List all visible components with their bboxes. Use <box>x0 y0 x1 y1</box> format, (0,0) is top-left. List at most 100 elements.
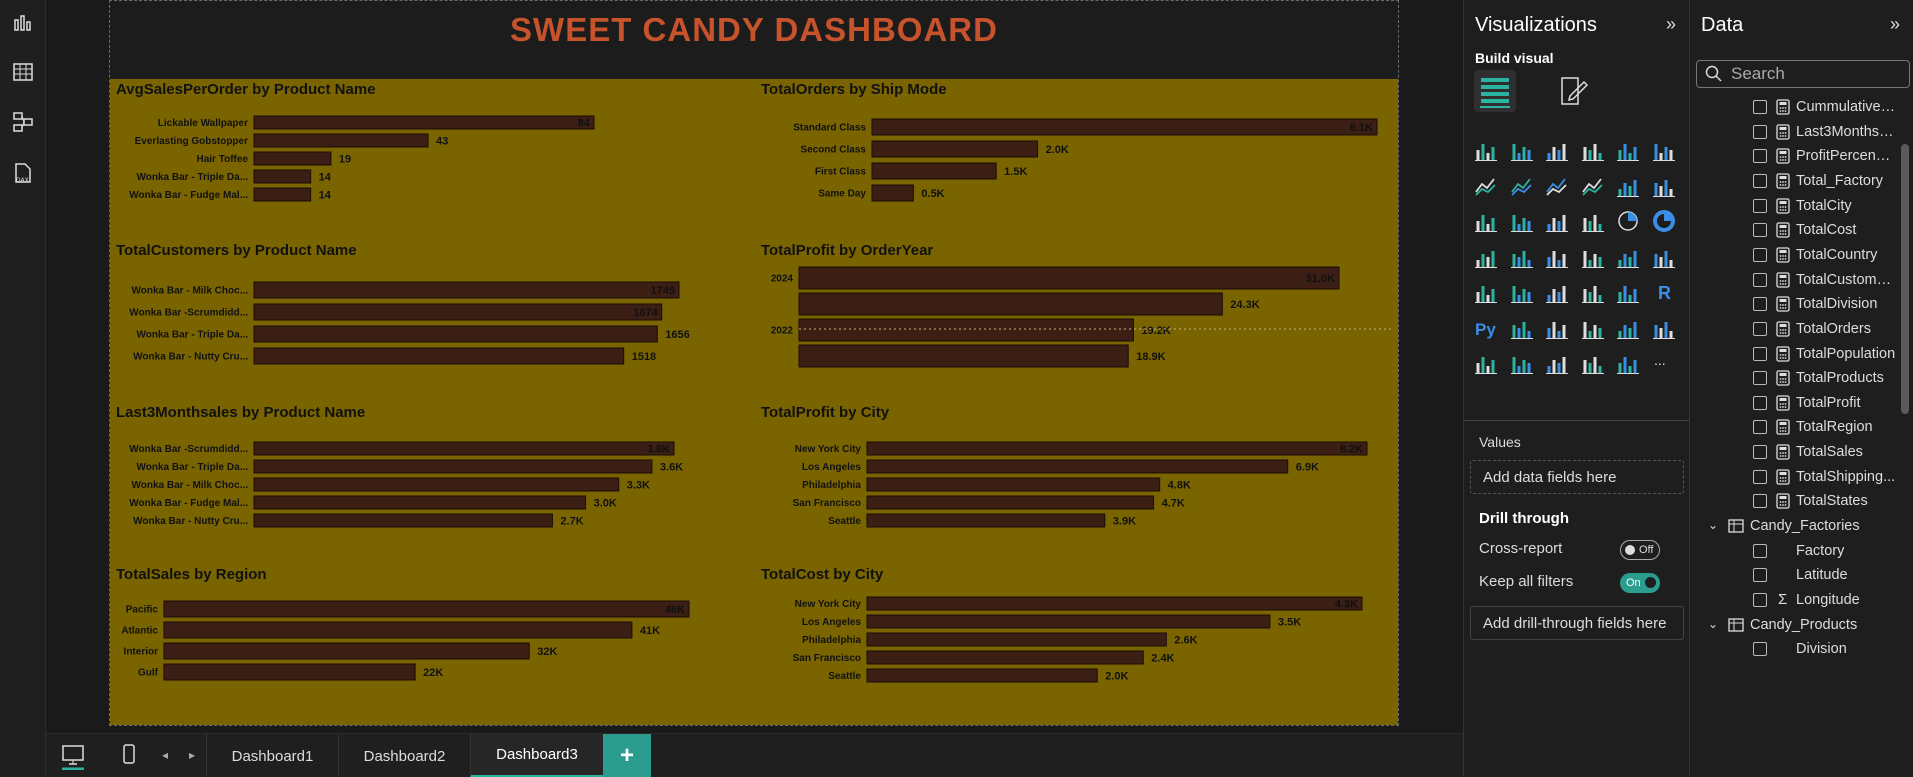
power-automate-visual-icon[interactable] <box>1545 351 1573 379</box>
field-item[interactable]: CummulativeY... <box>1690 96 1900 120</box>
chart-total-sales-by-region[interactable]: TotalSales by Region Pacific 46K Atlantic 4… <box>116 566 750 721</box>
field-checkbox[interactable] <box>1753 100 1767 114</box>
prev-page-icon[interactable]: ◂ <box>162 748 168 762</box>
treemap-visual-icon[interactable] <box>1474 245 1502 273</box>
goals-visual-icon[interactable] <box>1652 316 1680 344</box>
data-search-box[interactable] <box>1696 60 1910 88</box>
field-checkbox[interactable] <box>1753 297 1767 312</box>
chart-avg-sales-per-order[interactable]: AvgSalesPerOrder by Product Name Lickabl… <box>116 81 750 241</box>
field-checkbox[interactable] <box>1753 149 1767 164</box>
field-item[interactable]: Last3Monthsal... <box>1690 121 1900 145</box>
add-page-button[interactable]: + <box>603 734 651 777</box>
field-item[interactable]: TotalCustomers <box>1690 269 1900 293</box>
scatter-visual-icon[interactable] <box>1581 209 1609 237</box>
field-checkbox[interactable] <box>1753 494 1767 509</box>
field-item[interactable]: TotalProducts <box>1690 367 1900 391</box>
ribbon-visual-icon[interactable] <box>1474 209 1502 237</box>
chevron-down-icon[interactable]: ⌄ <box>1708 617 1718 631</box>
field-checkbox[interactable] <box>1753 395 1767 410</box>
field-item[interactable]: TotalSales <box>1690 441 1900 465</box>
key-influencers-visual-icon[interactable] <box>1510 316 1538 344</box>
line-visual-icon[interactable] <box>1474 174 1502 202</box>
data-scrollbar[interactable] <box>1901 144 1909 414</box>
line-clustered-column-visual-icon[interactable] <box>1652 174 1680 202</box>
field-checkbox[interactable] <box>1753 198 1767 213</box>
kpi-visual-icon[interactable] <box>1510 280 1538 308</box>
field-checkbox[interactable] <box>1753 223 1767 238</box>
tab-dashboard2[interactable]: Dashboard2 <box>338 734 470 777</box>
chart-total-customers-by-product[interactable]: TotalCustomers by Product Name Wonka Bar… <box>116 242 750 402</box>
qna-visual-icon[interactable] <box>1581 316 1609 344</box>
field-item[interactable]: Latitude <box>1690 564 1900 588</box>
field-checkbox[interactable] <box>1753 272 1767 287</box>
chart-total-profit-by-city[interactable]: TotalProfit by City New York City 8.2K Los… <box>761 404 1395 564</box>
field-checkbox[interactable] <box>1753 173 1767 188</box>
stacked-column-visual-icon[interactable] <box>1510 138 1538 166</box>
gauge-visual-icon[interactable] <box>1616 245 1644 273</box>
chart-total-orders-by-ship-mode[interactable]: TotalOrders by Ship Mode Standard Class 6… <box>761 81 1395 241</box>
field-checkbox[interactable] <box>1753 445 1767 460</box>
field-checkbox[interactable] <box>1753 593 1767 607</box>
100pct-bar-visual-icon[interactable] <box>1616 138 1644 166</box>
field-item[interactable]: TotalOrders <box>1690 318 1900 342</box>
chart-last-3-month-sales[interactable]: Last3Monthsales by Product Name Wonka Ba… <box>116 404 750 564</box>
field-item[interactable]: Σ Longitude <box>1690 589 1900 613</box>
field-item[interactable]: TotalProfit <box>1690 392 1900 416</box>
field-checkbox[interactable] <box>1753 642 1767 657</box>
table-node[interactable]: ⌄ Candy_Factories <box>1690 515 1900 539</box>
values-drop-zone[interactable]: Add data fields here <box>1470 460 1684 494</box>
clustered-bar-visual-icon[interactable] <box>1545 138 1573 166</box>
clustered-column-visual-icon[interactable] <box>1581 138 1609 166</box>
field-checkbox[interactable] <box>1753 469 1767 484</box>
drill-through-drop-zone[interactable]: Add drill-through fields here <box>1470 606 1684 640</box>
field-item[interactable]: Factory <box>1690 540 1900 564</box>
field-item[interactable]: TotalDivision <box>1690 293 1900 317</box>
field-checkbox[interactable] <box>1753 346 1767 361</box>
field-item[interactable]: Total_Factory <box>1690 170 1900 194</box>
desktop-layout-icon[interactable] <box>60 742 88 771</box>
field-checkbox[interactable] <box>1753 543 1767 558</box>
stacked-area-visual-icon[interactable] <box>1545 174 1573 202</box>
mobile-layout-icon[interactable] <box>118 742 140 770</box>
get-more-visual-icon[interactable] <box>1581 351 1609 379</box>
field-checkbox[interactable] <box>1753 247 1767 262</box>
field-checkbox[interactable] <box>1753 420 1767 435</box>
tab-dashboard1[interactable]: Dashboard1 <box>206 734 338 777</box>
model-view-icon[interactable] <box>9 108 37 136</box>
paginated-visual-icon[interactable] <box>1474 351 1502 379</box>
field-item[interactable]: TotalShipping... <box>1690 466 1900 490</box>
azure-map-visual-icon[interactable] <box>1581 245 1609 273</box>
field-item[interactable]: ProfitPercenat... <box>1690 145 1900 169</box>
card-visual-icon[interactable] <box>1652 245 1680 273</box>
multirow-card-visual-icon[interactable] <box>1474 280 1502 308</box>
field-checkbox[interactable] <box>1753 568 1767 583</box>
cross-report-toggle[interactable]: Off <box>1620 540 1660 560</box>
field-item[interactable]: Division <box>1690 638 1900 662</box>
map-visual-icon[interactable] <box>1510 245 1538 273</box>
field-item[interactable]: TotalRegion <box>1690 416 1900 440</box>
narrative-visual-icon[interactable] <box>1616 316 1644 344</box>
more-visual-icon[interactable]: ... <box>1652 351 1680 379</box>
collapse-data-icon[interactable]: » <box>1890 14 1900 35</box>
format-visual-tab[interactable] <box>1552 70 1594 112</box>
field-checkbox[interactable] <box>1753 124 1767 139</box>
report-page[interactable]: SWEET CANDY DASHBOARD AvgSalesPerOrder b… <box>109 0 1399 726</box>
chart-total-cost-by-city[interactable]: TotalCost by City New York City 4.3K Los A… <box>761 566 1395 721</box>
next-page-icon[interactable]: ▸ <box>189 748 195 762</box>
waterfall-visual-icon[interactable] <box>1510 209 1538 237</box>
report-view-icon[interactable] <box>9 8 37 36</box>
pie-visual-icon[interactable] <box>1616 209 1644 237</box>
table-visual-icon[interactable] <box>1581 280 1609 308</box>
field-item[interactable]: TotalCity <box>1690 195 1900 219</box>
field-item[interactable]: TotalPopulation <box>1690 343 1900 367</box>
r-visual-visual-icon[interactable]: R <box>1652 280 1680 308</box>
dax-query-view-icon[interactable]: DAX <box>9 160 37 188</box>
build-visual-tab[interactable] <box>1474 70 1516 112</box>
100pct-area-visual-icon[interactable] <box>1581 174 1609 202</box>
chevron-down-icon[interactable]: ⌄ <box>1708 518 1718 532</box>
field-checkbox[interactable] <box>1753 371 1767 386</box>
table-view-icon[interactable] <box>9 58 37 86</box>
python-visual-visual-icon[interactable]: Py <box>1474 316 1502 344</box>
field-item[interactable]: TotalCountry <box>1690 244 1900 268</box>
matrix-visual-icon[interactable] <box>1616 280 1644 308</box>
